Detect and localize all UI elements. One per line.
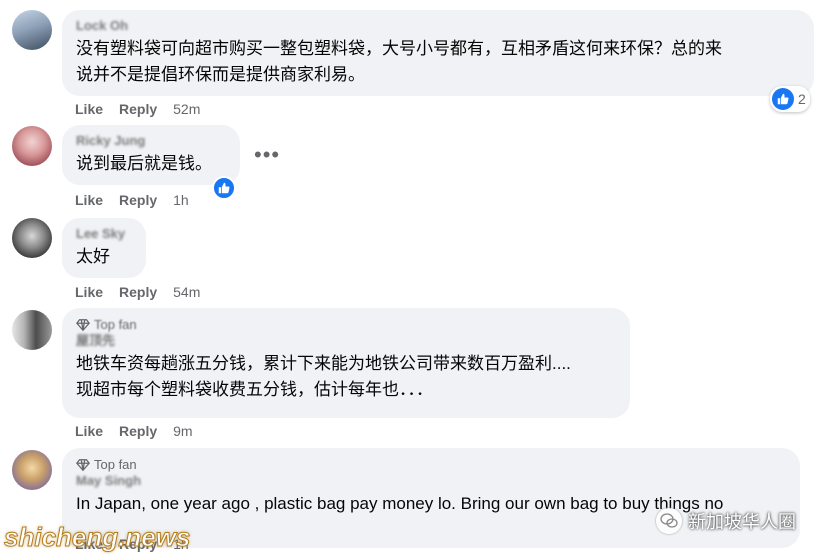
comment-author[interactable]: Lee Sky	[76, 226, 132, 242]
like-reaction-icon[interactable]	[212, 176, 236, 200]
top-fan-label: Top fan	[94, 317, 137, 332]
comment-actions: Like Reply 1h	[75, 192, 189, 208]
comment-text: 没有塑料袋可向超市购买一整包塑料袋，大号小号都有，互相矛盾这何来环保？总的来 说…	[76, 39, 722, 84]
reaction-count: 2	[798, 91, 806, 107]
comment-actions: Like Reply 52m	[75, 101, 200, 117]
top-fan-badge: Top fan	[76, 456, 786, 473]
reply-button[interactable]: Reply	[119, 423, 157, 439]
comment-actions: Like Reply 9m	[75, 423, 193, 439]
reaction-badge[interactable]: 2	[770, 86, 810, 112]
comment-bubble: Ricky Jung 说到最后就是钱。	[62, 125, 240, 185]
comment-bubble: Lee Sky 太好	[62, 218, 146, 278]
diamond-icon	[76, 458, 90, 471]
comment-bubble: Lock Oh 没有塑料袋可向超市购买一整包塑料袋，大号小号都有，互相矛盾这何来…	[62, 10, 814, 96]
watermark-text: 新加坡华人圈	[688, 512, 796, 532]
like-button[interactable]: Like	[75, 423, 103, 439]
timestamp[interactable]: 9m	[173, 423, 192, 439]
comment-text: 地铁车资每趟涨五分钱，累计下来能为地铁公司带来数百万盈利.... 现超市每个塑料…	[76, 354, 571, 399]
avatar[interactable]	[12, 310, 52, 350]
comment-bubble: Top fan 屋顶先 地铁车资每趟涨五分钱，累计下来能为地铁公司带来数百万盈利…	[62, 308, 630, 418]
avatar[interactable]	[12, 218, 52, 258]
avatar[interactable]	[12, 450, 52, 490]
more-options-icon[interactable]: •••	[254, 144, 280, 166]
like-reaction-icon	[772, 88, 794, 110]
watermark-wechat: 新加坡华人圈	[656, 508, 796, 534]
avatar[interactable]	[12, 126, 52, 166]
avatar[interactable]	[12, 10, 52, 50]
comment-author[interactable]: May Singh	[76, 473, 786, 489]
reply-button[interactable]: Reply	[119, 284, 157, 300]
comment-text: 太好	[76, 247, 110, 266]
timestamp[interactable]: 52m	[173, 101, 200, 117]
wechat-icon	[656, 508, 682, 534]
top-fan-label: Top fan	[94, 457, 137, 472]
like-button[interactable]: Like	[75, 284, 103, 300]
reply-button[interactable]: Reply	[119, 101, 157, 117]
reply-button[interactable]: Reply	[119, 192, 157, 208]
diamond-icon	[76, 318, 90, 331]
comment-actions: Like Reply 54m	[75, 284, 200, 300]
timestamp[interactable]: 54m	[173, 284, 200, 300]
watermark-shicheng: shicheng.news	[3, 522, 191, 553]
comment-author[interactable]: 屋顶先	[76, 333, 616, 349]
comment-text: 说到最后就是钱。	[76, 154, 212, 173]
comment-author[interactable]: Lock Oh	[76, 18, 800, 34]
top-fan-badge: Top fan	[76, 316, 616, 333]
like-button[interactable]: Like	[75, 192, 103, 208]
like-button[interactable]: Like	[75, 101, 103, 117]
comment-author[interactable]: Ricky Jung	[76, 133, 226, 149]
timestamp[interactable]: 1h	[173, 192, 189, 208]
